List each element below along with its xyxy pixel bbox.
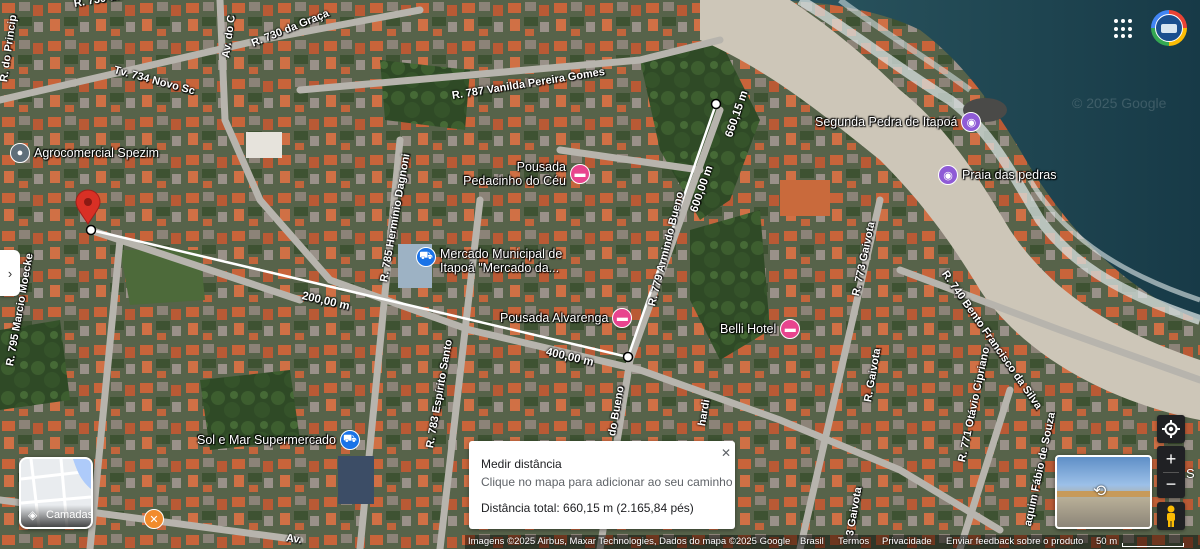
chevron-right-icon: ›: [7, 265, 13, 281]
bed-icon: ▬: [780, 319, 801, 339]
zoom-controls: + −: [1157, 446, 1185, 498]
poi-belli-hotel[interactable]: ▬ Belli Hotel: [720, 319, 801, 339]
poi-sol-e-mar[interactable]: ⛟ Sol e Mar Supermercado: [197, 430, 360, 450]
zoom-in-button[interactable]: +: [1157, 446, 1185, 472]
imagery-attribution: Imagens ©2025 Airbus, Maxar Technologies…: [468, 536, 791, 547]
poi-segunda-pedra[interactable]: ◉ Segunda Pedra de Itapoá: [815, 112, 982, 132]
poi-mercado-municipal[interactable]: ⛟ Mercado Municipal de Itapoá "Mercado d…: [416, 247, 580, 275]
close-icon: ✕: [720, 446, 732, 460]
street-view-preview[interactable]: ⟲: [1055, 455, 1152, 529]
poi-label: Pousada Alvarenga: [500, 311, 609, 325]
target-icon: [1162, 420, 1180, 438]
avatar-image: [1155, 14, 1183, 42]
minus-icon: −: [1165, 474, 1177, 494]
bed-icon: ▬: [612, 308, 633, 328]
poi-label: Sol e Mar Supermercado: [197, 433, 336, 447]
poi-agrocomercial-spezim[interactable]: ● Agrocomercial Spezim: [10, 143, 159, 163]
apps-button[interactable]: [1114, 19, 1134, 39]
plus-icon: +: [1165, 449, 1177, 469]
cart-icon: ⛟: [416, 247, 436, 267]
layers-label: Camadas: [46, 509, 93, 521]
pin-icon: ●: [10, 143, 30, 163]
measure-panel-hint: Clique no mapa para adicionar ao seu cam…: [481, 475, 733, 489]
pegman-icon: [1167, 505, 1175, 527]
poi-label: Mercado Municipal de Itapoá "Mercado da.…: [440, 247, 563, 275]
scale-bar: [1122, 543, 1184, 547]
account-avatar[interactable]: [1151, 10, 1187, 46]
close-measure-button[interactable]: ✕: [718, 445, 734, 461]
fork-knife-icon: ✕: [144, 509, 164, 529]
layers-icon: ◈: [28, 508, 38, 522]
partial-edge-label: S: [1186, 466, 1195, 481]
measure-distance-panel: Medir distância ✕ Clique no mapa para ad…: [469, 441, 735, 529]
measure-start-point[interactable]: [85, 224, 97, 236]
camera-icon: ◉: [961, 112, 982, 132]
poi-label: Pousada Pedacinho do Céu: [463, 160, 566, 188]
terms-link[interactable]: Termos: [838, 536, 869, 547]
expand-side-panel-button[interactable]: ›: [0, 250, 20, 296]
my-location-button[interactable]: [1157, 415, 1185, 443]
attribution-bar: Imagens ©2025 Airbus, Maxar Technologies…: [0, 535, 1200, 549]
pegman-button[interactable]: [1157, 502, 1185, 530]
poi-praia-das-pedras[interactable]: ◉ Praia das pedras: [938, 165, 1057, 185]
country-link[interactable]: Brasil: [800, 536, 824, 547]
rotate-360-icon: ⟲: [1093, 483, 1107, 500]
measure-panel-title: Medir distância: [481, 457, 562, 471]
bed-icon: ▬: [570, 164, 590, 184]
watermark: © 2025 Google: [1072, 95, 1167, 111]
poi-pousada-pedacinho-do-ceu[interactable]: ▬ Pousada Pedacinho do Céu: [458, 160, 590, 188]
layers-button[interactable]: ◈ Camadas: [19, 457, 93, 529]
poi-restaurant[interactable]: ✕: [144, 509, 164, 529]
poi-pousada-alvarenga[interactable]: ▬ Pousada Alvarenga: [500, 308, 633, 328]
feedback-link[interactable]: Enviar feedback sobre o produto: [946, 536, 1083, 547]
privacy-link[interactable]: Privacidade: [882, 536, 932, 547]
measure-panel-total: Distância total: 660,15 m (2.165,84 pés): [481, 501, 694, 515]
poi-label: Belli Hotel: [720, 322, 777, 336]
measure-mid-point[interactable]: [622, 351, 634, 363]
poi-label: Praia das pedras: [962, 168, 1057, 182]
camera-icon: ◉: [938, 165, 958, 185]
poi-label: Segunda Pedra de Itapoá: [815, 115, 958, 129]
measure-end-point[interactable]: [710, 98, 722, 110]
scale-label: 50 m: [1096, 536, 1118, 547]
map-canvas[interactable]: © 2025 Google R. 730 da Graça R. 730 da …: [0, 0, 1200, 549]
cart-icon: ⛟: [339, 430, 360, 450]
poi-label: Agrocomercial Spezim: [34, 146, 160, 160]
zoom-out-button[interactable]: −: [1157, 472, 1185, 498]
